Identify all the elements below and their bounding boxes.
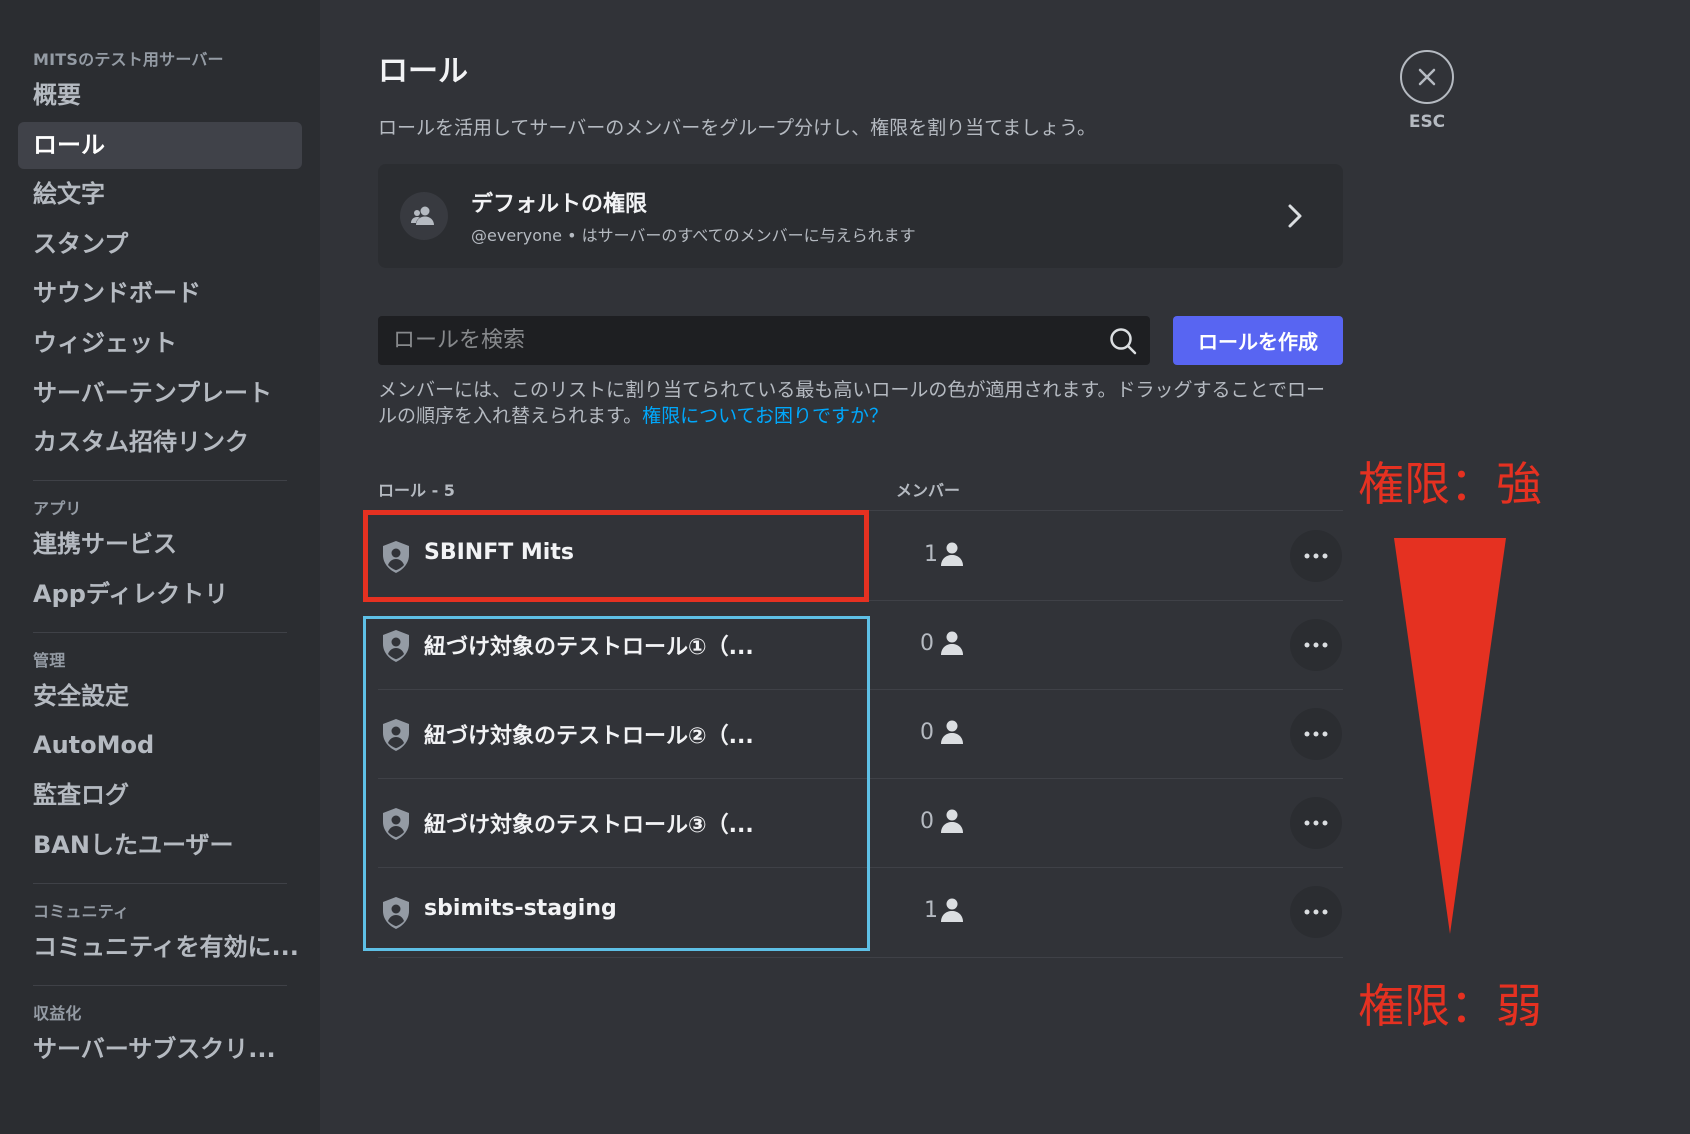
role-member-count: 1 — [924, 542, 938, 567]
sidebar-divider — [33, 882, 287, 884]
sidebar-item-widget[interactable]: ウィジェット — [18, 320, 302, 367]
members-group-icon — [400, 192, 448, 240]
person-icon — [941, 720, 963, 744]
default-permissions-title: デフォルトの権限 — [471, 192, 648, 217]
sidebar-item-overview[interactable]: 概要 — [18, 72, 302, 119]
esc-label: ESC — [1408, 112, 1446, 132]
role-more-options-button[interactable] — [1290, 530, 1342, 582]
create-role-button[interactable]: ロールを作成 — [1173, 316, 1343, 365]
chevron-right-icon — [1288, 204, 1302, 228]
sidebar-divider — [33, 984, 287, 986]
sidebar-community-header: コミュニティ — [33, 901, 130, 921]
row-divider — [378, 957, 1343, 958]
sidebar-item-roles[interactable]: ロール — [18, 121, 302, 169]
sidebar-server-header: MITSのテスト用サーバー — [33, 50, 224, 69]
person-icon — [941, 631, 963, 655]
more-horizontal-icon — [1304, 909, 1328, 915]
members-column-header: メンバー — [896, 481, 961, 500]
sidebar-moderation-header: 管理 — [33, 650, 66, 670]
sidebar-item-server-subscriptions[interactable]: サーバーサブスクリ... — [18, 1026, 302, 1073]
person-icon — [941, 809, 963, 833]
role-more-options-button[interactable] — [1290, 708, 1342, 760]
sidebar-item-emoji[interactable]: 絵文字 — [18, 171, 302, 218]
role-member-count: 1 — [924, 898, 938, 923]
person-icon — [941, 542, 963, 566]
sidebar-item-bans[interactable]: BANしたユーザー — [18, 822, 302, 869]
sidebar-item-automod[interactable]: AutoMod — [18, 722, 302, 769]
person-icon — [941, 898, 963, 922]
sidebar-item-stickers[interactable]: スタンプ — [18, 221, 302, 268]
page-description: ロールを活用してサーバーのメンバーをグループ分けし、権限を割り当てましょう。 — [378, 117, 1097, 139]
strength-arrow-triangle — [1394, 538, 1506, 934]
role-member-count: 0 — [920, 631, 934, 656]
role-member-count: 0 — [920, 720, 934, 745]
permissions-help-link[interactable]: 権限についてお困りですか？ — [642, 405, 888, 427]
close-button[interactable] — [1400, 50, 1454, 104]
sidebar-monetization-header: 収益化 — [33, 1003, 82, 1023]
role-hint-text: メンバーには、このリストに割り当てられている最も高いロールの色が適用されます。ド… — [378, 377, 1343, 429]
roles-column-header: ロール - 5 — [378, 481, 455, 500]
default-permissions-card[interactable]: デフォルトの権限 @everyone • はサーバーのすべてのメンバーに与えられ… — [378, 164, 1343, 268]
sidebar-item-audit-log[interactable]: 監査ログ — [18, 772, 302, 819]
settings-sidebar: MITSのテスト用サーバー 概要 ロール 絵文字 スタンプ サウンドボード ウィ… — [0, 0, 320, 1134]
sidebar-item-safety[interactable]: 安全設定 — [18, 673, 302, 720]
sidebar-divider — [33, 631, 287, 633]
close-icon — [1418, 68, 1436, 86]
highlight-box-strong — [363, 510, 869, 602]
more-horizontal-icon — [1304, 731, 1328, 737]
sidebar-item-app-directory[interactable]: Appディレクトリ — [18, 571, 302, 618]
role-member-count: 0 — [920, 809, 934, 834]
more-horizontal-icon — [1304, 642, 1328, 648]
role-more-options-button[interactable] — [1290, 619, 1342, 671]
more-horizontal-icon — [1304, 553, 1328, 559]
sidebar-item-soundboard[interactable]: サウンドボード — [18, 270, 302, 317]
page-title: ロール — [378, 54, 468, 89]
sidebar-apps-header: アプリ — [33, 499, 82, 519]
sidebar-item-server-template[interactable]: サーバーテンプレート — [18, 370, 302, 417]
role-more-options-button[interactable] — [1290, 886, 1342, 938]
role-search-input[interactable] — [378, 316, 1150, 365]
annotation-strong-label: 権限：強 — [1358, 457, 1542, 511]
search-icon — [1110, 328, 1137, 355]
highlight-box-weak-group — [363, 616, 870, 951]
role-more-options-button[interactable] — [1290, 797, 1342, 849]
more-horizontal-icon — [1304, 820, 1328, 826]
sidebar-divider — [33, 480, 287, 482]
sidebar-item-custom-invite[interactable]: カスタム招待リンク — [18, 419, 302, 466]
sidebar-item-integrations[interactable]: 連携サービス — [18, 521, 302, 568]
sidebar-item-enable-community[interactable]: コミュニティを有効に... — [18, 924, 302, 971]
annotation-weak-label: 権限：弱 — [1358, 979, 1542, 1033]
default-permissions-subtitle: @everyone • はサーバーのすべてのメンバーに与えられます — [471, 226, 916, 245]
